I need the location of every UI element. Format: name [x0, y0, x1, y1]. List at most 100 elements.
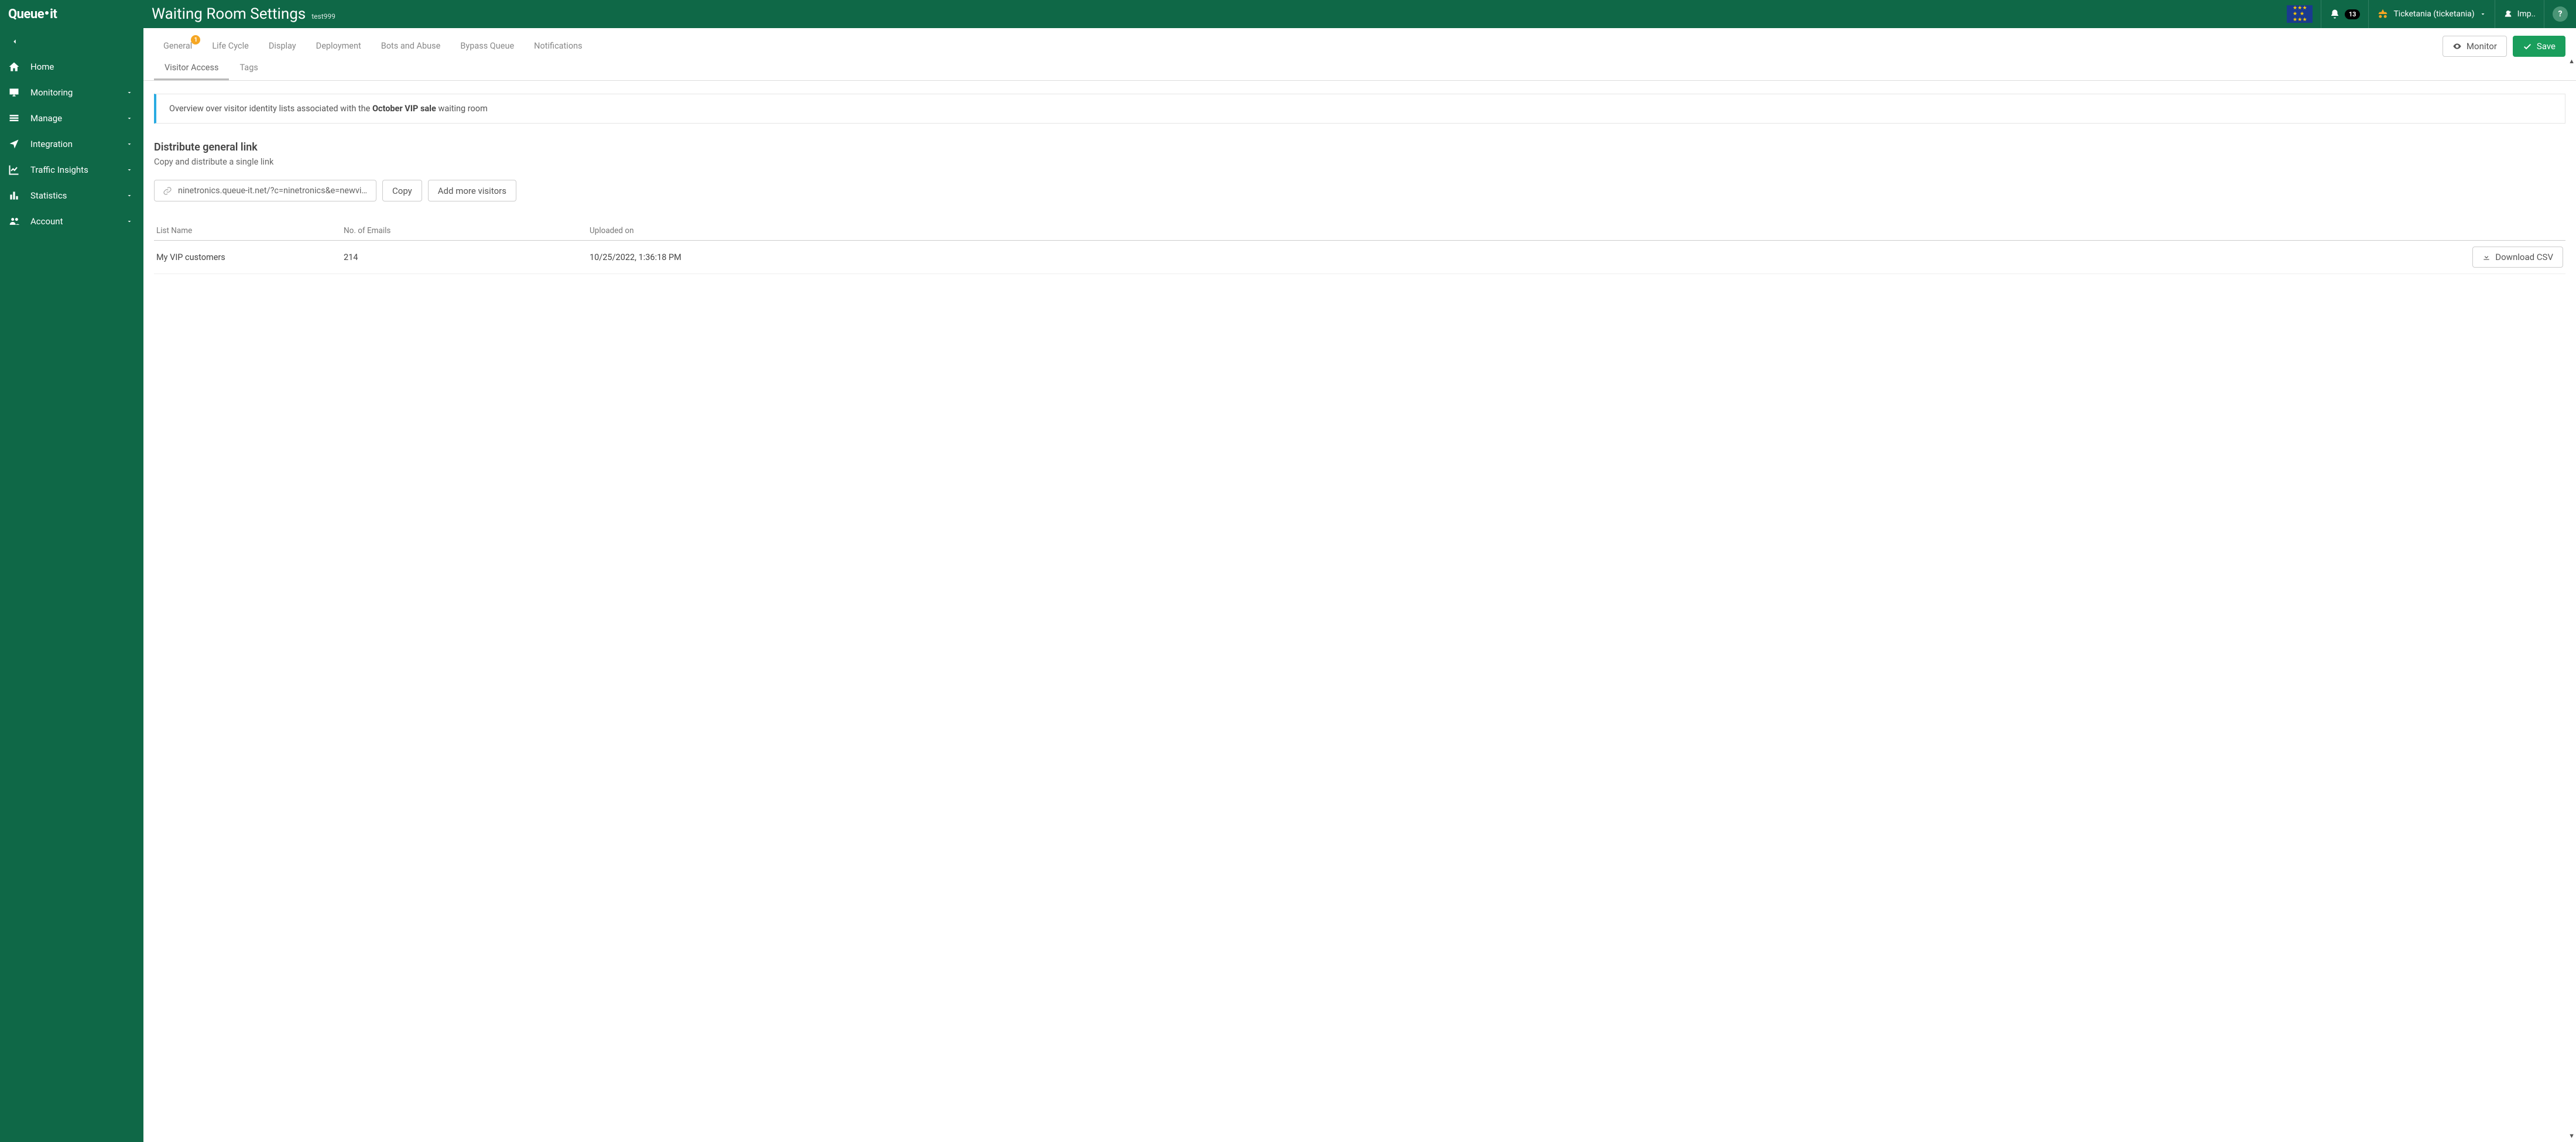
- scroll-down-arrow[interactable]: ▼: [2568, 1132, 2575, 1140]
- monitor-button[interactable]: Monitor: [2443, 36, 2507, 57]
- sidebar: Home Monitoring Manage Integration Traff…: [0, 28, 143, 1142]
- tab-bots-and-abuse[interactable]: Bots and Abuse: [372, 35, 450, 57]
- check-icon: [2523, 42, 2532, 51]
- secondary-tabs: Visitor Access Tags: [143, 57, 2576, 81]
- bell-icon: [2330, 9, 2340, 19]
- top-actions: ★ ★ ★★ ★★ ★ ★ 13 Ticketania (ticketania): [2279, 0, 2576, 28]
- sidebar-item-monitoring[interactable]: Monitoring: [0, 80, 143, 105]
- sidebar-item-manage[interactable]: Manage: [0, 105, 143, 131]
- tab-badge: 1: [191, 35, 200, 45]
- chart-line-icon: [8, 164, 21, 176]
- banner-bold: October VIP sale: [372, 104, 436, 114]
- tab-label: Notifications: [534, 41, 582, 51]
- cell-uploaded-on: 10/25/2022, 1:36:18 PM: [590, 252, 2446, 262]
- region-flag[interactable]: ★ ★ ★★ ★★ ★ ★: [2279, 0, 2321, 28]
- notification-count: 13: [2345, 9, 2361, 19]
- help-button[interactable]: ?: [2544, 0, 2576, 28]
- chevron-down-icon: [126, 166, 133, 173]
- chevron-down-icon: [126, 141, 133, 148]
- impersonate-button[interactable]: Imp..: [2495, 0, 2544, 28]
- save-button[interactable]: Save: [2513, 36, 2565, 57]
- button-label: Monitor: [2467, 41, 2497, 52]
- user-plus-icon: [2503, 9, 2513, 19]
- sidebar-item-label: Integration: [30, 139, 117, 149]
- button-label: Copy: [392, 186, 412, 196]
- subtab-visitor-access[interactable]: Visitor Access: [154, 57, 229, 80]
- tab-bypass-queue[interactable]: Bypass Queue: [451, 35, 523, 57]
- sidebar-item-home[interactable]: Home: [0, 54, 143, 80]
- main-content: ▲ ▼ General 1 Life Cycle Display Deploym…: [143, 28, 2576, 1142]
- general-link-field[interactable]: ninetronics.queue-it.net/?c=ninetronics&…: [154, 180, 376, 201]
- users-icon: [8, 216, 21, 227]
- location-arrow-icon: [8, 138, 21, 150]
- copy-button[interactable]: Copy: [382, 180, 422, 201]
- tab-label: Deployment: [316, 41, 361, 51]
- button-label: Save: [2537, 41, 2556, 52]
- cell-list-name: My VIP customers: [156, 252, 344, 262]
- chart-bar-icon: [8, 190, 21, 201]
- subtab-label: Tags: [239, 63, 258, 73]
- button-label: Add more visitors: [438, 186, 506, 196]
- subtab-tags[interactable]: Tags: [229, 57, 268, 80]
- chevron-down-icon: [126, 115, 133, 122]
- brand-logo[interactable]: Queueit: [0, 7, 143, 22]
- tab-label: General: [163, 41, 192, 51]
- eu-flag-icon: ★ ★ ★★ ★★ ★ ★: [2287, 5, 2313, 23]
- desktop-icon: [8, 87, 21, 98]
- table-header: List Name No. of Emails Uploaded on: [154, 221, 2565, 241]
- tab-label: Display: [269, 41, 296, 51]
- sidebar-item-label: Statistics: [30, 190, 117, 201]
- section-desc: Copy and distribute a single link: [154, 157, 2565, 167]
- tab-label: Bypass Queue: [460, 41, 514, 51]
- sidebar-item-statistics[interactable]: Statistics: [0, 183, 143, 208]
- col-header-uploaded: Uploaded on: [590, 226, 2446, 235]
- chevron-down-icon: [2479, 11, 2486, 18]
- sidebar-item-label: Home: [30, 61, 133, 72]
- scroll-up-arrow[interactable]: ▲: [2568, 57, 2575, 65]
- tab-general[interactable]: General 1: [154, 35, 201, 57]
- sidebar-item-label: Manage: [30, 113, 117, 124]
- chevron-down-icon: [126, 89, 133, 96]
- help-icon: ?: [2553, 6, 2568, 22]
- table-row: My VIP customers 214 10/25/2022, 1:36:18…: [154, 241, 2565, 274]
- link-icon: [163, 186, 172, 196]
- tab-label: Life Cycle: [212, 41, 249, 51]
- tab-deployment[interactable]: Deployment: [307, 35, 371, 57]
- sidebar-item-account[interactable]: Account: [0, 208, 143, 234]
- download-icon: [2482, 253, 2491, 261]
- visitor-lists-table: List Name No. of Emails Uploaded on My V…: [154, 221, 2565, 274]
- page-title-area: Waiting Room Settings test999: [143, 5, 2279, 23]
- download-csv-button[interactable]: Download CSV: [2472, 247, 2563, 268]
- add-more-visitors-button[interactable]: Add more visitors: [428, 180, 516, 201]
- home-icon: [8, 61, 21, 73]
- list-icon: [8, 112, 21, 124]
- notifications-button[interactable]: 13: [2321, 0, 2369, 28]
- tab-notifications[interactable]: Notifications: [525, 35, 591, 57]
- eye-icon: [2452, 42, 2462, 51]
- page-title: Waiting Room Settings: [152, 5, 306, 23]
- sidebar-item-traffic-insights[interactable]: Traffic Insights: [0, 157, 143, 183]
- col-header-name: List Name: [156, 226, 344, 235]
- incognito-icon: [2377, 8, 2389, 20]
- subtab-label: Visitor Access: [165, 63, 218, 73]
- chevron-down-icon: [126, 218, 133, 225]
- sidebar-collapse-button[interactable]: [0, 33, 143, 54]
- sidebar-item-label: Account: [30, 216, 117, 227]
- cell-email-count: 214: [344, 252, 590, 262]
- link-value: ninetronics.queue-it.net/?c=ninetronics&…: [178, 186, 368, 196]
- sidebar-item-label: Monitoring: [30, 87, 117, 98]
- tab-label: Bots and Abuse: [381, 41, 441, 51]
- account-label: Ticketania (ticketania): [2393, 9, 2474, 19]
- col-header-emails: No. of Emails: [344, 226, 590, 235]
- banner-suffix: waiting room: [436, 104, 488, 114]
- section-title: Distribute general link: [154, 141, 2565, 153]
- tab-display[interactable]: Display: [259, 35, 306, 57]
- sidebar-item-integration[interactable]: Integration: [0, 131, 143, 157]
- button-label: Download CSV: [2495, 252, 2553, 262]
- tab-life-cycle[interactable]: Life Cycle: [203, 35, 258, 57]
- banner-prefix: Overview over visitor identity lists ass…: [169, 104, 372, 114]
- account-menu[interactable]: Ticketania (ticketania): [2369, 0, 2494, 28]
- chevron-down-icon: [126, 192, 133, 199]
- topbar: Queueit Waiting Room Settings test999 ★ …: [0, 0, 2576, 28]
- page-subtitle: test999: [311, 12, 335, 20]
